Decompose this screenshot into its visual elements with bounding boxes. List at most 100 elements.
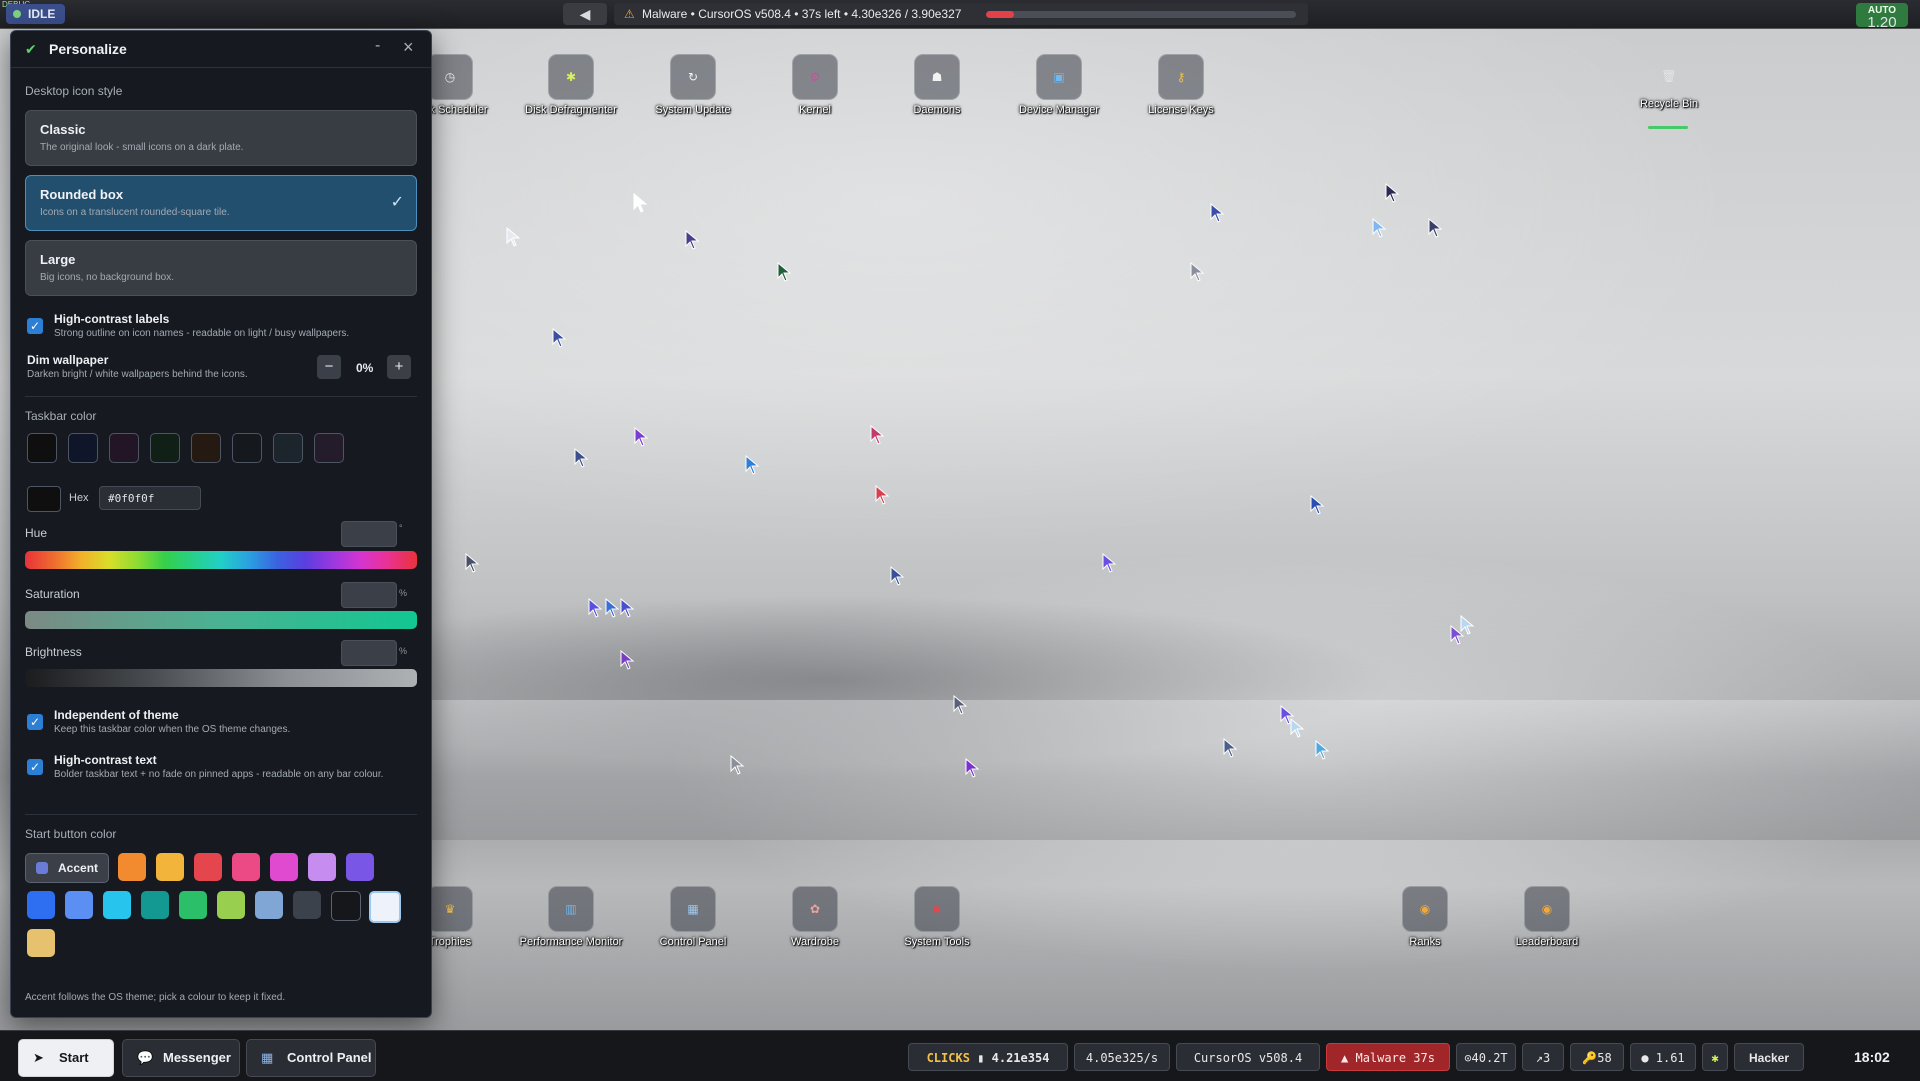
os-version-badge[interactable]: CursorOS v508.4 [1176,1043,1320,1071]
desktop-icon-system-tools[interactable]: ■ System Tools [882,886,992,948]
rank-badge[interactable]: Hacker [1734,1043,1804,1071]
dim-decrease-button[interactable]: − [317,355,341,379]
idle-label: IDLE [28,7,56,21]
hue-slider[interactable] [25,551,417,569]
clicks-label: CLICKS [926,1051,970,1065]
close-button[interactable]: × [403,37,414,58]
brightness-label: Brightness [25,645,82,659]
start-color-swatch[interactable] [346,853,374,881]
palette-icon: ✿ [792,886,838,932]
brightness-slider[interactable] [25,669,417,687]
taskbar-color-swatch[interactable] [314,433,344,463]
high-contrast-labels-checkbox[interactable]: ✓ [27,318,43,334]
click-rate[interactable]: 4.05e325/s [1074,1043,1170,1071]
desktop-icon-wardrobe[interactable]: ✿ Wardrobe [760,886,870,948]
start-color-swatch[interactable] [156,853,184,881]
high-contrast-labels-title: High-contrast labels [54,312,170,326]
start-color-swatch[interactable] [331,891,361,921]
start-color-swatch[interactable] [270,853,298,881]
start-color-swatch[interactable] [65,891,93,919]
desktop-icon-ranks[interactable]: ◉ Ranks [1370,886,1480,948]
style-name: Large [40,252,76,267]
desktop-icon-label: Recycle Bin [1639,98,1699,110]
desktop-icon-label: Kernel [799,104,831,116]
brightness-input[interactable] [341,640,397,666]
taskbar: ➤ Start 💬 Messenger ▦ Control Panel CLIC… [0,1030,1920,1081]
dim-wallpaper-desc: Darken bright / white wallpapers behind … [27,369,248,380]
desktop-icon-recycle-bin[interactable]: 🗑 Recycle Bin [1614,54,1724,110]
warning-icon: ⚠ [624,7,635,21]
puzzle-icon[interactable]: ✱ [1702,1043,1728,1071]
saturation-slider[interactable] [25,611,417,629]
start-color-swatch[interactable] [369,891,401,923]
control-panel-button[interactable]: ▦ Control Panel [246,1039,376,1077]
stat-badge-cycles[interactable]: ⊙40.2T [1456,1043,1516,1071]
start-color-swatch[interactable] [293,891,321,919]
taskbar-color-swatch[interactable] [273,433,303,463]
start-color-swatch[interactable] [103,891,131,919]
style-name: Rounded box [40,187,124,202]
toolbox-icon: ■ [914,886,960,932]
trophy-icon: ♛ [427,886,473,932]
start-color-swatch[interactable] [179,891,207,919]
desktop-icon-label: System Update [655,104,731,116]
clicks-counter[interactable]: CLICKS ▮ 4.21e354 [908,1043,1068,1071]
style-desc: Big icons, no background box. [40,272,174,283]
style-option-large[interactable]: Large Big icons, no background box. [25,240,417,296]
start-color-swatch[interactable] [118,853,146,881]
style-option-rounded-box[interactable]: Rounded box Icons on a translucent round… [25,175,417,231]
independent-of-theme-checkbox[interactable]: ✓ [27,714,43,730]
taskbar-color-swatch[interactable] [109,433,139,463]
hue-input[interactable] [341,521,397,547]
desktop-icon-disk-defragmenter[interactable]: ✱ Disk Defragmenter [516,54,626,116]
window-titlebar[interactable]: ✔ Personalize - × [11,31,431,68]
taskbar-color-swatch[interactable] [232,433,262,463]
back-button[interactable]: ◀ [563,3,607,25]
desktop-icon-device-manager[interactable]: ▣ Device Manager [1004,54,1114,116]
desktop-icon-control-panel[interactable]: ▦ Control Panel [638,886,748,948]
style-option-classic[interactable]: Classic The original look - small icons … [25,110,417,166]
taskbar-color-swatch[interactable] [150,433,180,463]
malware-badge[interactable]: ▲ Malware 37s [1326,1043,1450,1071]
desktop-icon-performance-monitor[interactable]: ▥ Performance Monitor [516,886,626,948]
start-color-swatch[interactable] [308,853,336,881]
taskbar-color-swatch[interactable] [27,433,57,463]
start-color-swatch[interactable] [141,891,169,919]
hex-input[interactable]: #0f0f0f [99,486,201,510]
auto-clicker-indicator[interactable]: AUTO 1.20 [1856,3,1908,30]
messenger-label: Messenger [163,1050,231,1065]
saturation-input[interactable] [341,582,397,608]
minimize-button[interactable]: - [375,37,380,55]
start-button[interactable]: ➤ Start [18,1039,114,1077]
desktop-icon-label: Ranks [1409,936,1441,948]
start-color-swatch[interactable] [27,891,55,919]
desktop-icon-license-keys[interactable]: ⚷ License Keys [1126,54,1236,116]
hex-label: Hex [69,492,89,504]
desktop-icon-leaderboard[interactable]: ◉ Leaderboard [1492,886,1602,948]
style-desc: The original look - small icons on a dar… [40,142,244,153]
taskbar-color-swatch[interactable] [68,433,98,463]
malware-progress-fill [986,11,1014,18]
divider [25,814,417,815]
start-color-swatch[interactable] [232,853,260,881]
start-color-swatch[interactable] [27,929,55,957]
idle-badge[interactable]: IDLE [6,4,66,24]
stat-badge-keys[interactable]: 🔑58 [1570,1043,1624,1071]
taskbar-color-swatch[interactable] [191,433,221,463]
dim-increase-button[interactable]: + [387,355,411,379]
messenger-button[interactable]: 💬 Messenger [122,1039,240,1077]
cursor-icon: ➤ [33,1050,44,1065]
start-color-swatch[interactable] [194,853,222,881]
desktop-icon-kernel[interactable]: ⚙ Kernel [760,54,870,116]
start-color-swatch[interactable] [217,891,245,919]
malware-progress-bar [986,11,1296,18]
left-triangle-icon: ◀ [579,6,591,22]
accent-color-button[interactable]: Accent [25,853,109,883]
stat-badge-multiplier[interactable]: ● 1.61 [1630,1043,1696,1071]
desktop-icon-system-update[interactable]: ↻ System Update [638,54,748,116]
high-contrast-text-checkbox[interactable]: ✓ [27,759,43,775]
desktop-icon-daemons[interactable]: ☗ Daemons [882,54,992,116]
stat-badge-cursors[interactable]: ↗3 [1522,1043,1564,1071]
brightness-unit: % [399,646,408,656]
start-color-swatch[interactable] [255,891,283,919]
